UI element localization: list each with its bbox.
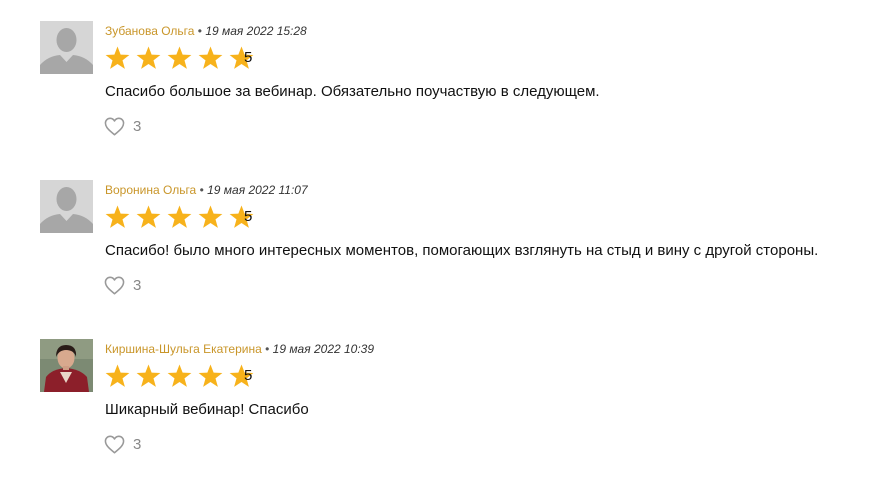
star-icon [167, 205, 192, 228]
star-icon [105, 205, 130, 228]
rating-value: 5 [244, 367, 253, 384]
star-icon [105, 364, 130, 387]
star-icon [198, 46, 223, 69]
star-icon [167, 46, 192, 69]
like-count: 3 [133, 435, 142, 453]
star-icon [136, 364, 161, 387]
like-button[interactable]: 3 [104, 274, 141, 296]
author-name[interactable]: Киршина-Шульга Екатерина [105, 342, 262, 356]
review-text: Шикарный вебинар! Спасибо [105, 401, 309, 418]
star-icon [198, 364, 223, 387]
star-icon [105, 46, 130, 69]
like-count: 3 [133, 117, 142, 135]
user-photo [40, 339, 93, 392]
review-text: Спасибо большое за вебинар. Обязательно … [105, 83, 600, 100]
review-text: Спасибо! было много интересных моментов,… [105, 242, 819, 259]
star-rating [105, 45, 260, 71]
review-meta: Киршина-Шульга Екатерина • 19 мая 2022 1… [105, 341, 374, 357]
like-count: 3 [133, 276, 142, 294]
meta-separator: • [265, 342, 270, 356]
meta-separator: • [197, 24, 202, 38]
author-name[interactable]: Воронина Ольга [105, 183, 196, 197]
star-icon [136, 46, 161, 69]
review-date: 19 мая 2022 11:07 [207, 183, 308, 197]
default-user-icon [40, 180, 93, 233]
review-item: Зубанова Ольга • 19 мая 2022 15:28 5 Спа… [40, 21, 870, 161]
avatar[interactable] [40, 180, 93, 233]
like-button[interactable]: 3 [104, 433, 141, 455]
like-button[interactable]: 3 [104, 115, 141, 137]
review-date: 19 мая 2022 15:28 [205, 24, 307, 38]
heart-icon [104, 117, 125, 135]
star-icon [167, 364, 192, 387]
rating-value: 5 [244, 49, 253, 66]
heart-icon [104, 276, 125, 294]
avatar[interactable] [40, 21, 93, 74]
heart-icon [104, 435, 125, 453]
review-item: Киршина-Шульга Екатерина • 19 мая 2022 1… [40, 339, 870, 479]
star-rating [105, 204, 260, 230]
star-icon [136, 205, 161, 228]
avatar[interactable] [40, 339, 93, 392]
author-name[interactable]: Зубанова Ольга [105, 24, 194, 38]
review-item: Воронина Ольга • 19 мая 2022 11:07 5 Спа… [40, 180, 870, 320]
rating-value: 5 [244, 208, 253, 225]
star-rating [105, 363, 260, 389]
meta-separator: • [199, 183, 204, 197]
default-user-icon [40, 21, 93, 74]
review-date: 19 мая 2022 10:39 [272, 342, 375, 356]
review-meta: Воронина Ольга • 19 мая 2022 11:07 [105, 182, 308, 198]
review-meta: Зубанова Ольга • 19 мая 2022 15:28 [105, 23, 307, 39]
star-icon [198, 205, 223, 228]
